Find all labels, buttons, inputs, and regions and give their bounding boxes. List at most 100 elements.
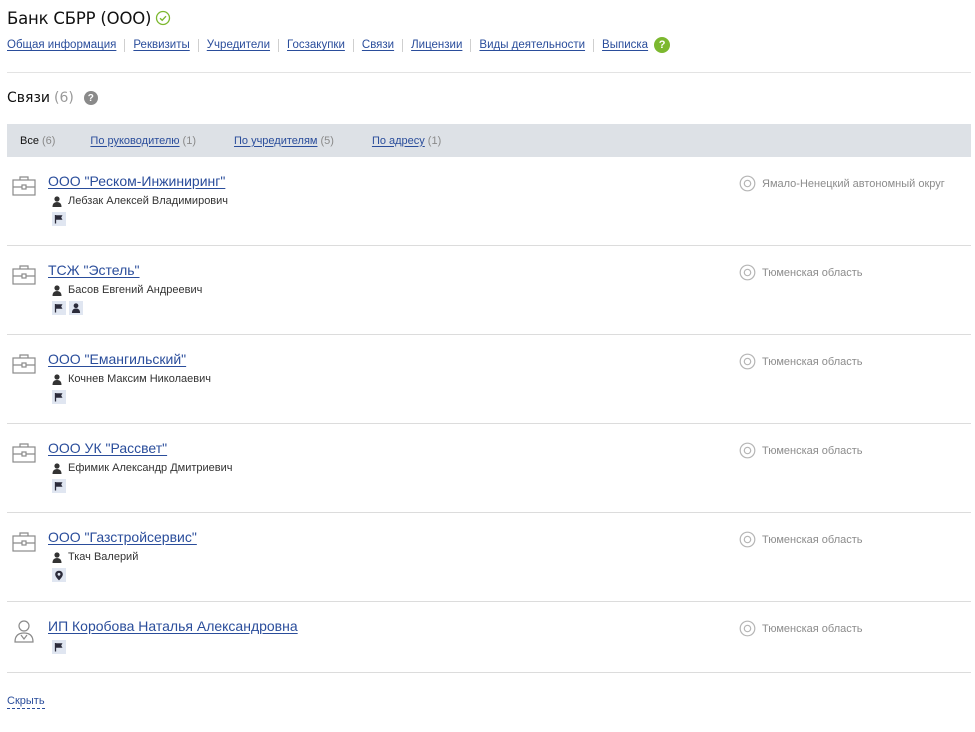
nav-link-extract[interactable]: Выписка <box>602 39 648 51</box>
connections-section-title: Связи (6) ? <box>7 89 98 107</box>
person-icon <box>52 284 62 296</box>
flag-icon <box>52 479 66 493</box>
region-name: Тюменская область <box>762 266 863 279</box>
entrepreneur-link[interactable]: ИП Коробова Наталья Александровна <box>48 618 298 634</box>
nav-divider <box>402 38 404 52</box>
tag-list <box>52 390 69 404</box>
list-item: ООО "Газстройсервис" Ткач Валерий Тюменс… <box>7 513 971 602</box>
location-circle-icon <box>739 531 756 548</box>
person-icon <box>69 301 83 315</box>
tag-list <box>52 212 69 226</box>
nav-link-general[interactable]: Общая информация <box>7 39 116 51</box>
location-circle-icon <box>739 353 756 370</box>
flag-icon <box>52 301 66 315</box>
region: Тюменская область <box>739 442 863 459</box>
page-title: Банк СБРР (ООО) <box>7 8 152 28</box>
section-help-icon[interactable]: ? <box>83 91 98 105</box>
nav-divider <box>124 38 126 52</box>
list-item: ИП Коробова Наталья Александровна Тюменс… <box>7 602 971 673</box>
manager: Ефимик Александр Дмитриевич <box>52 462 233 474</box>
location-circle-icon <box>739 175 756 192</box>
company-link[interactable]: ТСЖ "Эстель" <box>48 262 140 278</box>
tag-list <box>52 568 69 582</box>
flag-icon <box>52 212 66 226</box>
manager: Кочнев Максим Николаевич <box>52 373 211 385</box>
nav-divider <box>470 38 472 52</box>
verified-check-icon <box>155 10 171 26</box>
manager-name[interactable]: Кочнев Максим Николаевич <box>68 373 211 385</box>
nav-divider <box>593 38 595 52</box>
region: Тюменская область <box>739 620 863 637</box>
manager-name[interactable]: Басов Евгений Андреевич <box>68 284 202 296</box>
region-name: Тюменская область <box>762 444 863 457</box>
nav-divider <box>352 38 354 52</box>
list-item: ООО "Реском-Инжиниринг" Лебзак Алексей В… <box>7 157 971 246</box>
entrepreneur-icon <box>11 619 37 643</box>
region-name: Ямало-Ненецкий автономный округ <box>762 177 945 190</box>
nav-link-founders[interactable]: Учредители <box>207 39 270 51</box>
flag-icon <box>52 390 66 404</box>
filter-all[interactable]: Все (6) <box>20 135 55 147</box>
filter-count: (5) <box>320 134 334 147</box>
location-pin-icon <box>52 568 66 582</box>
filter-bar: Все (6) По руководителю (1) По учредителям… <box>7 124 971 157</box>
briefcase-icon <box>11 441 37 465</box>
filter-label: Все <box>20 134 39 147</box>
header-divider <box>7 72 971 73</box>
list-item: ТСЖ "Эстель" Басов Евгений Андреевич Тюм… <box>7 246 971 335</box>
filter-count: (6) <box>41 134 56 147</box>
company-link[interactable]: ООО УК "Рассвет" <box>48 440 167 456</box>
person-icon <box>52 551 62 563</box>
location-circle-icon <box>739 442 756 459</box>
location-circle-icon <box>739 620 756 637</box>
person-icon <box>52 373 62 385</box>
flag-icon <box>52 640 66 654</box>
nav-link-connections[interactable]: Связи <box>362 39 394 51</box>
region: Ямало-Ненецкий автономный округ <box>739 175 945 192</box>
person-icon <box>52 195 62 207</box>
company-link[interactable]: ООО "Газстройсервис" <box>48 529 197 545</box>
briefcase-icon <box>11 263 37 287</box>
filter-by-manager[interactable]: По руководителю (1) <box>90 135 196 147</box>
manager: Лебзак Алексей Владимирович <box>52 195 228 207</box>
manager-name[interactable]: Лебзак Алексей Владимирович <box>68 195 228 207</box>
filter-by-address[interactable]: По адресу (1) <box>372 135 441 147</box>
location-circle-icon <box>739 264 756 281</box>
list-item: ООО "Емангильский" Кочнев Максим Николае… <box>7 335 971 424</box>
company-header: Банк СБРР (ООО) Общая информация Реквизи… <box>7 6 967 53</box>
filter-count: (1) <box>427 134 442 147</box>
filter-by-founders[interactable]: По учредителям (5) <box>234 135 334 147</box>
company-link[interactable]: ООО "Емангильский" <box>48 351 186 367</box>
region-name: Тюменская область <box>762 533 863 546</box>
region: Тюменская область <box>739 264 863 281</box>
briefcase-icon <box>11 352 37 376</box>
region-name: Тюменская область <box>762 622 863 635</box>
filter-label: По учредителям <box>234 134 318 147</box>
nav-link-procurement[interactable]: Госзакупки <box>287 39 345 51</box>
nav-divider <box>278 38 280 52</box>
connections-list: ООО "Реском-Инжиниринг" Лебзак Алексей В… <box>7 157 971 673</box>
manager: Ткач Валерий <box>52 551 138 563</box>
company-link[interactable]: ООО "Реском-Инжиниринг" <box>48 173 225 189</box>
manager-name[interactable]: Ефимик Александр Дмитриевич <box>68 462 233 474</box>
briefcase-icon <box>11 530 37 554</box>
tag-list <box>52 479 69 493</box>
tag-list <box>52 301 86 315</box>
section-title-count: (6) <box>54 90 74 106</box>
tag-list <box>52 640 69 654</box>
section-title-text: Связи <box>7 90 50 106</box>
region-name: Тюменская область <box>762 355 863 368</box>
filter-count: (1) <box>182 134 196 147</box>
region: Тюменская область <box>739 353 863 370</box>
nav-link-requisites[interactable]: Реквизиты <box>133 39 189 51</box>
help-icon[interactable]: ? <box>654 37 671 53</box>
list-item: ООО УК "Рассвет" Ефимик Александр Дмитри… <box>7 424 971 513</box>
region: Тюменская область <box>739 531 863 548</box>
manager: Басов Евгений Андреевич <box>52 284 202 296</box>
nav-link-licenses[interactable]: Лицензии <box>411 39 462 51</box>
filter-label: По адресу <box>371 134 425 147</box>
hide-link[interactable]: Скрыть <box>7 695 45 709</box>
manager-name[interactable]: Ткач Валерий <box>68 551 138 563</box>
nav-divider <box>197 38 199 52</box>
nav-link-activities[interactable]: Виды деятельности <box>479 39 585 51</box>
